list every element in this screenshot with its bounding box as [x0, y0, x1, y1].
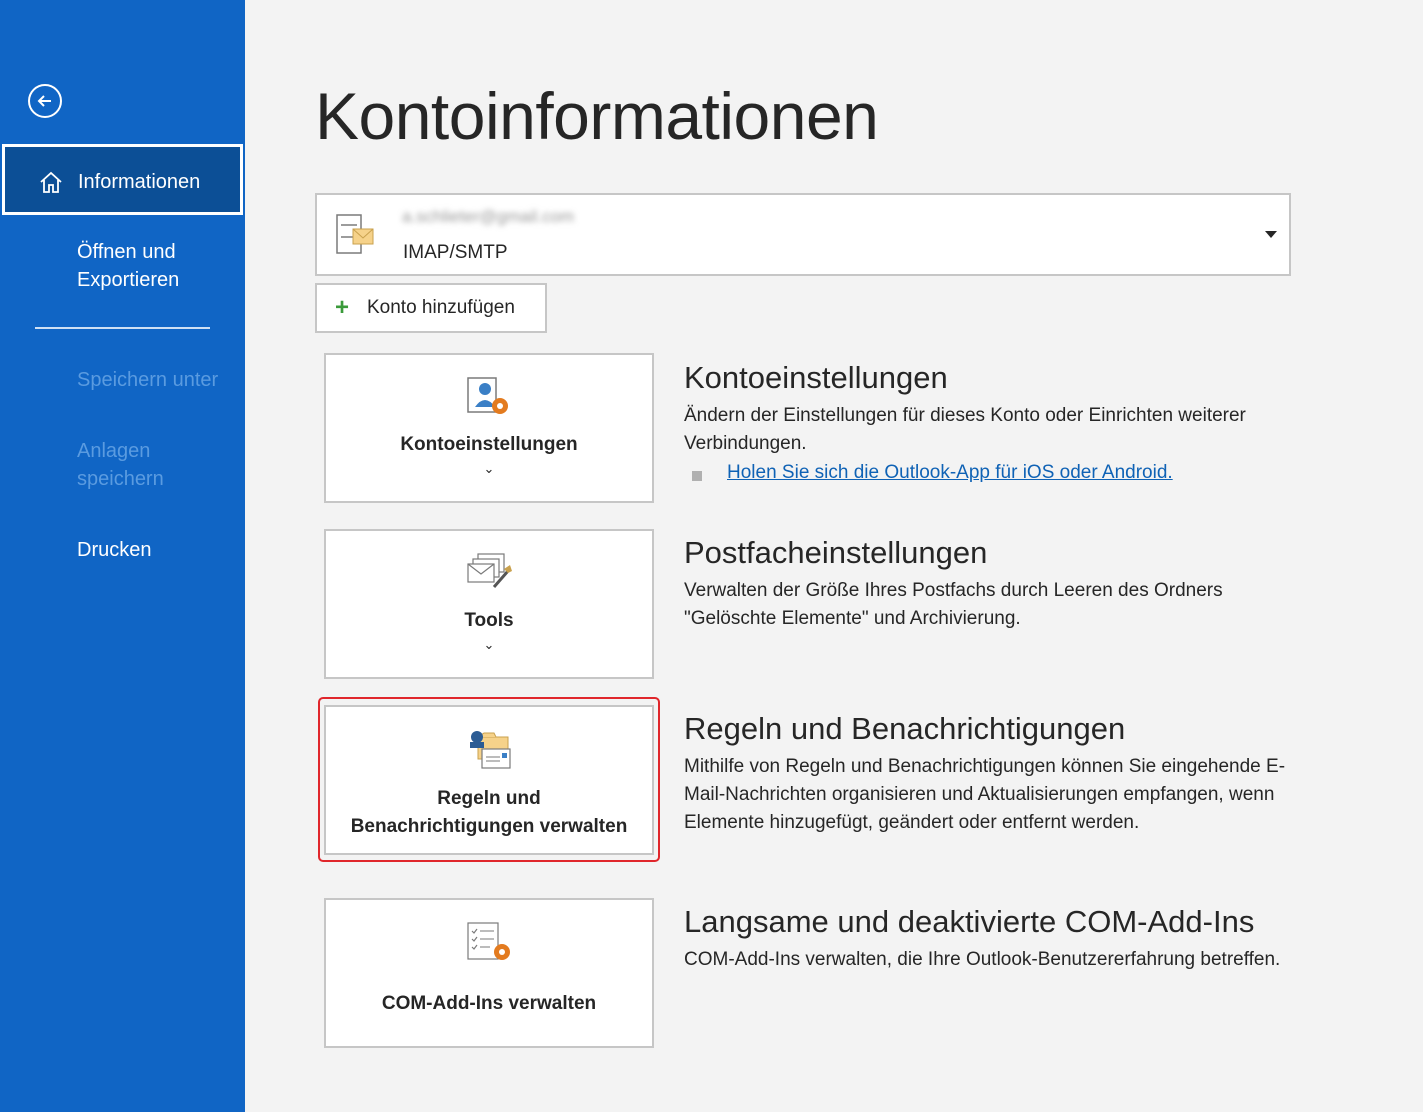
nav-item-label: Speichern unter — [77, 369, 219, 391]
section-heading: Kontoeinstellungen — [684, 360, 948, 395]
section-com-addins: Langsame und deaktivierte COM-Add-Ins CO… — [684, 902, 1304, 974]
arrow-left-icon — [37, 95, 51, 107]
card-label: Tools — [464, 610, 514, 631]
section-description: Ändern der Einstellungen für dieses Kont… — [684, 405, 1246, 454]
section-description: Verwalten der Größe Ihres Postfachs durc… — [684, 580, 1223, 629]
manage-rules-button[interactable]: Regeln und Benachrichtigungen verwalten — [324, 705, 654, 855]
back-button[interactable] — [28, 84, 62, 118]
add-account-label: Konto hinzufügen — [367, 297, 515, 318]
card-label-line2: Benachrichtigungen verwalten — [350, 816, 628, 837]
chevron-down-icon: ⌄ — [483, 637, 495, 652]
rules-alerts-icon — [470, 731, 511, 769]
com-addins-icon — [467, 922, 510, 960]
account-selector[interactable]: a.schlieter@gmail.com IMAP/SMTP — [315, 193, 1291, 276]
nav-item-label: Informationen — [78, 171, 201, 193]
card-label: COM-Add-Ins verwalten — [381, 993, 597, 1014]
page-title: Kontoinformationen — [315, 79, 879, 153]
section-description: Mithilfe von Regeln und Benachrichtigung… — [684, 756, 1286, 833]
nav-item-label: Drucken — [77, 539, 152, 561]
account-settings-icon — [467, 377, 508, 414]
nav-separator — [35, 327, 210, 329]
nav-item-drucken[interactable]: Drucken — [0, 536, 245, 566]
section-description: COM-Add-Ins verwalten, die Ihre Outlook-… — [684, 949, 1281, 970]
section-regeln-benachrichtigungen: Regeln und Benachrichtigungen Mithilfe v… — [684, 709, 1304, 837]
nav-item-label: Öffnen und Exportieren — [77, 241, 180, 291]
dropdown-caret-icon — [1265, 231, 1277, 238]
section-heading: Langsame und deaktivierte COM-Add-Ins — [684, 904, 1255, 939]
section-heading: Postfacheinstellungen — [684, 535, 988, 570]
nav-item-oeffnen-exportieren[interactable]: Öffnen und Exportieren — [0, 238, 245, 298]
bullet-icon — [692, 471, 702, 481]
add-account-button[interactable]: + Konto hinzufügen — [315, 283, 547, 333]
account-mail-icon — [336, 214, 374, 254]
plus-icon: + — [335, 294, 350, 321]
card-label-line1: Regeln und — [437, 788, 541, 809]
manage-com-addins-button[interactable]: COM-Add-Ins verwalten — [324, 898, 654, 1048]
section-postfacheinstellungen: Postfacheinstellungen Verwalten der Größ… — [684, 533, 1304, 633]
card-label: Kontoeinstellungen — [400, 434, 578, 455]
backstage-sidebar: Informationen Öffnen und Exportieren Spe… — [0, 0, 245, 1112]
nav-item-speichern-unter: Speichern unter — [0, 366, 245, 396]
tools-button[interactable]: Tools ⌄ — [324, 529, 654, 679]
section-heading: Regeln und Benachrichtigungen — [684, 711, 1126, 746]
outlook-app-link[interactable]: Holen Sie sich die Outlook-App für iOS o… — [727, 462, 1173, 484]
account-type: IMAP/SMTP — [403, 242, 508, 263]
chevron-down-icon: ⌄ — [483, 461, 495, 476]
nav-item-informationen[interactable]: Informationen — [2, 144, 243, 215]
bullet-row: Holen Sie sich die Outlook-App für iOS o… — [684, 462, 1304, 492]
account-email: a.schlieter@gmail.com — [402, 207, 575, 226]
home-icon — [40, 171, 62, 193]
main-content: Kontoinformationen a.schlieter@gmail.com… — [245, 0, 1423, 1112]
tools-mailbox-icon — [467, 553, 512, 588]
nav-item-anlagen-speichern: Anlagen speichern — [0, 437, 245, 497]
section-kontoeinstellungen: Kontoeinstellungen Ändern der Einstellun… — [684, 358, 1304, 492]
nav-item-label: Anlagen speichern — [77, 440, 164, 490]
account-settings-button[interactable]: Kontoeinstellungen ⌄ — [324, 353, 654, 503]
